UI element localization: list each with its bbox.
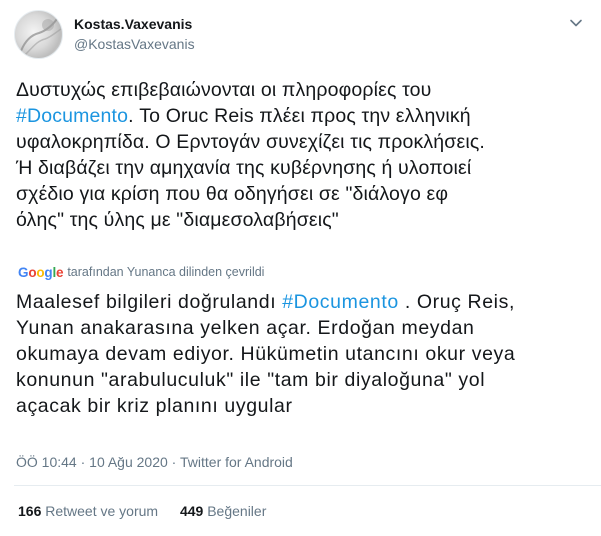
- divider: [14, 485, 601, 486]
- tweet-text-line: όλης" της ύλης με "διαμεσολαβήσεις": [16, 209, 339, 231]
- meta-separator: ·: [76, 454, 90, 470]
- tweet-text: Δυστυχώς επιβεβαιώνονται οι πληροφορίες …: [16, 77, 591, 233]
- tweet-text-line: σχέδιο για κρίση που θα οδηγήσει σε "διά…: [16, 183, 449, 205]
- tweet-header: Kostas.Vaxevanis @KostasVaxevanis: [14, 10, 589, 60]
- likes-stat[interactable]: 449 Beğeniler: [180, 503, 266, 519]
- tweet-text-line: #Documento. Το Oruc Reis πλέει προς την …: [16, 105, 471, 127]
- avatar-image: [20, 18, 62, 56]
- avatar[interactable]: [14, 10, 63, 59]
- chevron-down-icon[interactable]: [567, 14, 585, 32]
- tweet-text-line: Ή διαβάζει την αμηχανία της κυβέρνησης ή…: [16, 157, 472, 179]
- author-display-name[interactable]: Kostas.Vaxevanis: [74, 16, 192, 32]
- retweets-stat[interactable]: 166 Retweet ve yorum: [18, 503, 158, 519]
- tweet-stats: 166 Retweet ve yorum 449 Beğeniler: [18, 503, 284, 519]
- google-logo[interactable]: Google: [18, 265, 64, 280]
- tweet-text-line: υφαλοκρηπίδα. Ο Ερντογάν συνεχίζει τις π…: [16, 131, 485, 153]
- author-handle[interactable]: @KostasVaxevanis: [74, 36, 195, 52]
- translated-text-line: okumaya devam ediyor. Hükümetin utancını…: [16, 343, 516, 365]
- translated-text-line: açacak bir kriz planını uygular: [16, 395, 293, 417]
- translated-text: Maalesef bilgileri doğrulandı #Documento…: [16, 289, 591, 419]
- hashtag-link[interactable]: #Documento: [282, 291, 399, 313]
- translation-attribution: Google tarafından Yunanca dilinden çevri…: [18, 263, 264, 281]
- tweet-source-link[interactable]: Twitter for Android: [180, 454, 293, 470]
- translated-text-line: konunun "arabuluculuk" ile "tam bir diya…: [16, 369, 486, 391]
- hashtag-link[interactable]: #Documento: [16, 105, 128, 127]
- tweet-time[interactable]: ÖÖ 10:44: [16, 454, 77, 470]
- translated-text-line: Yunan anakarasına yelken açar. Erdoğan m…: [16, 317, 475, 339]
- tweet-date[interactable]: 10 Ağu 2020: [89, 454, 168, 470]
- tweet-text-line: Δυστυχώς επιβεβαιώνονται οι πληροφορίες …: [16, 79, 432, 101]
- translated-text-line: Maalesef bilgileri doğrulandı #Documento…: [16, 291, 515, 313]
- tweet-meta: ÖÖ 10:44 · 10 Ağu 2020 · Twitter for And…: [16, 454, 293, 470]
- meta-separator: ·: [167, 454, 180, 470]
- translation-label: tarafından Yunanca dilinden çevrildi: [67, 265, 265, 279]
